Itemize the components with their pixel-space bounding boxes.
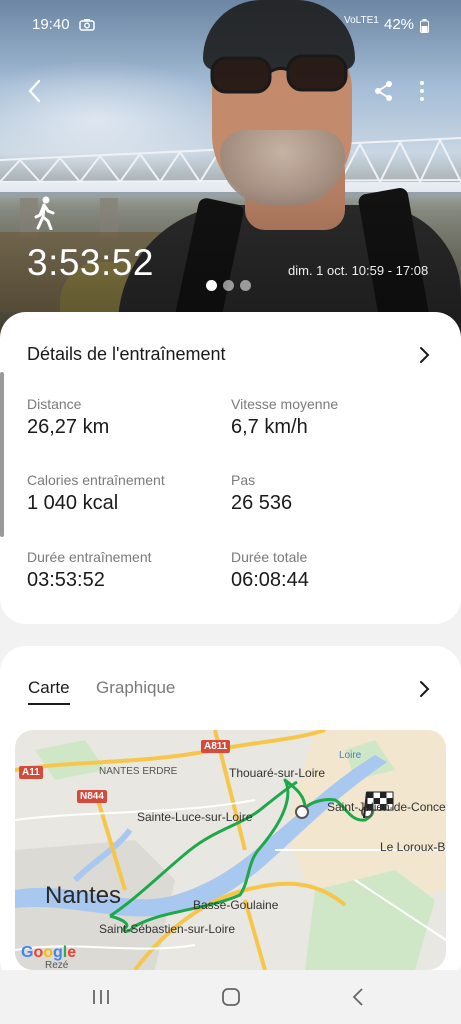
activity-date-range: dim. 1 oct. 10:59 - 17:08 <box>288 263 429 278</box>
road-badge-a11: A11 <box>19 766 43 779</box>
status-time: 19:40 <box>32 16 70 33</box>
google-attribution-logo: Google <box>21 944 77 961</box>
details-title[interactable]: Détails de l'entraînement <box>27 344 226 365</box>
chevron-right-icon[interactable] <box>418 346 430 364</box>
camera-notification-icon <box>79 19 95 31</box>
map-label-nantes-erdre: NANTES ERDRE <box>99 766 178 777</box>
home-icon[interactable] <box>221 987 241 1007</box>
tab-graphique[interactable]: Graphique <box>96 678 175 698</box>
battery-icon <box>420 19 429 33</box>
road-badge-a811: A811 <box>201 740 231 753</box>
map-label-saint-sebastien: Saint-Sébastien-sur-Loire <box>99 922 236 936</box>
tab-carte[interactable]: Carte <box>28 678 70 705</box>
map-label-loire: Loire <box>339 750 362 761</box>
scroll-indicator[interactable] <box>0 372 4 537</box>
stat-total-duration-label: Durée totale <box>231 549 308 565</box>
status-bar: 19:40 VoLTE1 42% <box>0 0 461 48</box>
back-arrow-icon[interactable] <box>26 78 44 104</box>
map-label-saint-julien: Saint-Julien-de-Concelles <box>327 800 446 814</box>
stat-calories-label: Calories entraînement <box>27 472 165 488</box>
workout-details-card: Détails de l'entraînement Distance 26,27… <box>0 312 461 624</box>
battery-percent: 42% <box>384 16 415 33</box>
more-options-icon[interactable] <box>418 80 426 102</box>
share-icon[interactable] <box>374 80 394 102</box>
walking-icon <box>34 196 55 230</box>
route-map[interactable]: A11 A811 N844 NANTES ERDRE Thouaré-sur-L… <box>15 730 446 970</box>
system-back-icon[interactable] <box>352 987 364 1007</box>
stat-workout-duration-value: 03:53:52 <box>27 569 105 591</box>
photo-carousel-indicator[interactable] <box>206 280 251 291</box>
map-label-nantes: Nantes <box>45 882 122 909</box>
stat-speed-value: 6,7 km/h <box>231 416 308 438</box>
activity-duration: 3:53:52 <box>27 242 154 283</box>
stat-calories-value: 1 040 kcal <box>27 492 119 514</box>
carousel-dot[interactable] <box>206 280 217 291</box>
carousel-dot[interactable] <box>223 280 234 291</box>
chevron-right-icon[interactable] <box>418 680 430 698</box>
stat-speed-label: Vitesse moyenne <box>231 396 339 412</box>
map-label-le-loroux: Le Loroux-B <box>380 840 446 854</box>
map-label-thouare: Thouaré-sur-Loire <box>229 766 326 780</box>
map-label-sainte-luce: Sainte-Luce-sur-Loire <box>137 810 253 824</box>
map-label-basse-goulaine: Basse-Goulaine <box>193 898 279 912</box>
stat-workout-duration-label: Durée entraînement <box>27 549 152 565</box>
stat-distance-label: Distance <box>27 396 82 412</box>
recent-apps-icon[interactable] <box>92 989 110 1005</box>
system-navigation-bar <box>0 970 461 1024</box>
stat-distance-value: 26,27 km <box>27 416 110 438</box>
volte-signal-indicator: VoLTE1 <box>344 15 379 26</box>
road-badge-n844: N844 <box>77 790 107 803</box>
stat-steps-label: Pas <box>231 472 256 488</box>
stat-steps-value: 26 536 <box>231 492 293 514</box>
carousel-dot[interactable] <box>240 280 251 291</box>
map-card: Carte Graphique A11 A811 N844 NANTES ERD… <box>0 646 461 986</box>
stat-total-duration-value: 06:08:44 <box>231 569 309 591</box>
